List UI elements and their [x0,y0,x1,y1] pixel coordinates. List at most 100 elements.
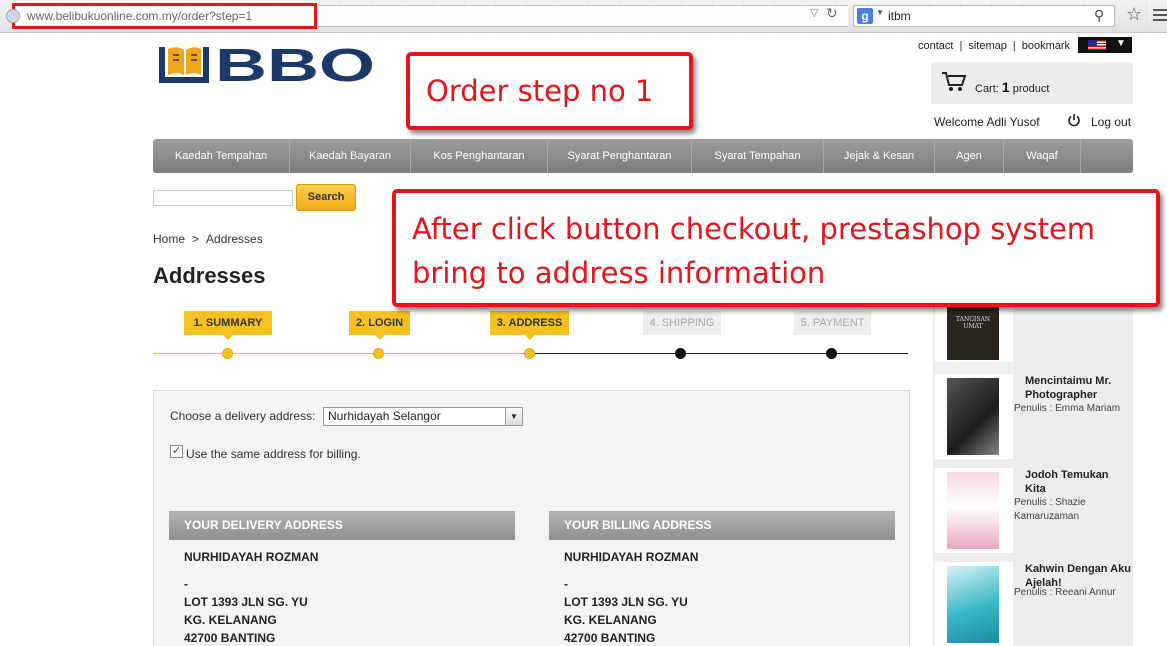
annotation-text: Order step no 1 [426,74,654,108]
billing-address-line: LOT 1393 JLN SG. YU [564,595,688,609]
cart-label: Cart: 1 product [975,79,1050,95]
search-icon[interactable]: ⚲ [1094,7,1104,24]
delivery-address-line: 42700 BANTING [184,631,276,645]
delivery-address-value: Nurhidayah Selangor [328,409,441,423]
nav-item-syarat-tempahan[interactable]: Syarat Tempahan [692,139,824,173]
step-dot-address [524,348,535,359]
billing-address-heading: YOUR BILLING ADDRESS [549,511,895,540]
book-cover-art: TANGISAN UMAT [947,300,999,360]
delivery-address-line: KG. KELANANG [184,613,277,627]
bookmark-link[interactable]: bookmark [1022,40,1070,52]
menu-icon[interactable] [1153,6,1167,26]
contact-link[interactable]: contact [918,40,953,52]
search-button[interactable]: Search [296,184,356,211]
nav-item-agen[interactable]: Agen [935,139,1004,173]
site-logo[interactable]: BBO [157,43,379,85]
cart-summary[interactable]: Cart: 1 product [931,62,1133,104]
progress-line-todo [531,353,908,354]
url-path: /order?step=1 [177,9,253,23]
language-selector[interactable]: ▼ [1078,37,1132,53]
book-cover-art [947,378,999,455]
delivery-address-line: - [184,577,188,591]
book-cover-art [947,472,999,549]
search-engine-icon[interactable]: g [857,8,873,24]
welcome-text: Welcome Adli Yusof [934,115,1040,129]
book-author: Penulis : Emma Mariam [1014,403,1121,414]
featured-books: TANGISAN UMAT Mencintaimu Mr. Photograph… [933,300,1133,646]
book-cover[interactable]: TANGISAN UMAT [935,300,1013,362]
browser-search-query[interactable]: itbm [888,9,911,23]
url-host: www.belibukuonline.com.my [27,9,178,23]
search-input[interactable] [153,190,293,206]
step-payment: 5. PAYMENT [794,311,871,335]
sitemap-link[interactable]: sitemap [968,40,1007,52]
billing-address-line: 42700 BANTING [564,631,656,645]
url-text[interactable]: www.belibukuonline.com.my/order?step=1 [27,9,252,23]
book-title[interactable]: Jodoh Temukan Kita [1025,468,1131,496]
book-cover[interactable] [935,468,1013,553]
book-author: Penulis : Reeani Annur [1014,587,1116,598]
dropdown-arrow-icon[interactable]: ▽ [810,6,818,19]
same-billing-checkbox[interactable]: ✓ [170,445,183,458]
nav-item-jejak-kesan[interactable]: Jejak & Kesan [824,139,935,173]
book-logo-icon [159,47,209,83]
page-favicon-icon [6,9,20,23]
billing-address-line: - [564,577,568,591]
book-author: Penulis : Shazie Kamaruzaman [1014,497,1086,522]
step-dot-summary [222,348,233,359]
book-title[interactable]: Mencintaimu Mr. Photographer [1025,374,1131,402]
step-summary[interactable]: 1. SUMMARY [184,311,272,340]
step-dot-login [373,348,384,359]
step-login[interactable]: 2. LOGIN [349,311,410,340]
nav-item-syarat-penghantaran[interactable]: Syarat Penghantaran [548,139,692,173]
step-shipping: 4. SHIPPING [643,311,721,335]
book-item[interactable]: Mencintaimu Mr. Photographer Penulis : E… [933,374,1133,462]
delivery-address-select[interactable]: Nurhidayah Selangor ▼ [323,407,523,426]
progress-line-done [153,353,531,354]
book-cover[interactable] [935,374,1013,459]
browser-search-box[interactable]: g ▼ itbm ⚲ [853,5,1115,27]
book-cover-art [947,566,999,643]
delivery-address-line: LOT 1393 JLN SG. YU [184,595,308,609]
step-dot-payment [826,348,837,359]
cart-count: 1 [1001,79,1010,95]
reload-icon[interactable]: ↻ [826,5,838,22]
breadcrumb: Home > Addresses [153,232,263,246]
nav-item-kaedah-tempahan[interactable]: Kaedah Tempahan [153,139,290,173]
book-item[interactable]: Jodoh Temukan Kita Penulis : Shazie Kama… [933,468,1133,556]
chevron-down-icon: ▼ [1116,38,1126,49]
address-bar[interactable]: www.belibukuonline.com.my/order?step=1 [6,3,317,29]
shopping-cart-icon [942,72,967,91]
nav-item-kaedah-bayaran[interactable]: Kaedah Bayaran [290,139,411,173]
top-links: contact | sitemap | bookmark [918,40,1071,52]
address-panel: Choose a delivery address: Nurhidayah Se… [153,390,910,646]
chevron-down-icon[interactable]: ▼ [876,8,884,17]
delivery-address-line: NURHIDAYAH ROZMAN [184,550,319,564]
page-title: Addresses [153,263,266,288]
annotation-callout: Order step no 1 [406,52,693,130]
main-nav: Kaedah Tempahan Kaedah Bayaran Kos Pengh… [153,139,1133,173]
book-item[interactable]: Kahwin Dengan Aku Ajelah! Penulis : Reea… [933,562,1133,646]
breadcrumb-separator: > [192,232,200,246]
step-dot-shipping [675,348,686,359]
nav-item-waqaf[interactable]: Waqaf [1004,139,1081,173]
step-address: 3. ADDRESS [490,311,569,340]
annotation-callout: After click button checkout, prestashop … [392,189,1160,307]
malaysia-flag-icon [1088,40,1106,50]
breadcrumb-current: Addresses [206,232,263,246]
annotation-text: After click button checkout, prestashop … [412,212,1096,290]
logout-link[interactable]: Log out [1091,115,1131,129]
same-billing-label[interactable]: Use the same address for billing. [186,447,361,461]
delivery-address-label: Choose a delivery address: [170,409,316,423]
book-cover[interactable] [935,562,1013,646]
breadcrumb-home[interactable]: Home [153,232,185,246]
address-bar-extension[interactable] [318,5,848,27]
billing-address-line: NURHIDAYAH ROZMAN [564,550,699,564]
power-icon[interactable] [1067,113,1081,127]
delivery-address-heading: YOUR DELIVERY ADDRESS [169,511,515,540]
billing-address-line: KG. KELANANG [564,613,657,627]
nav-item-kos-penghantaran[interactable]: Kos Penghantaran [411,139,548,173]
bookmark-star-icon[interactable]: ☆ [1126,4,1142,25]
chevron-down-icon[interactable]: ▼ [505,408,522,425]
logo-text: BBO [215,43,375,85]
